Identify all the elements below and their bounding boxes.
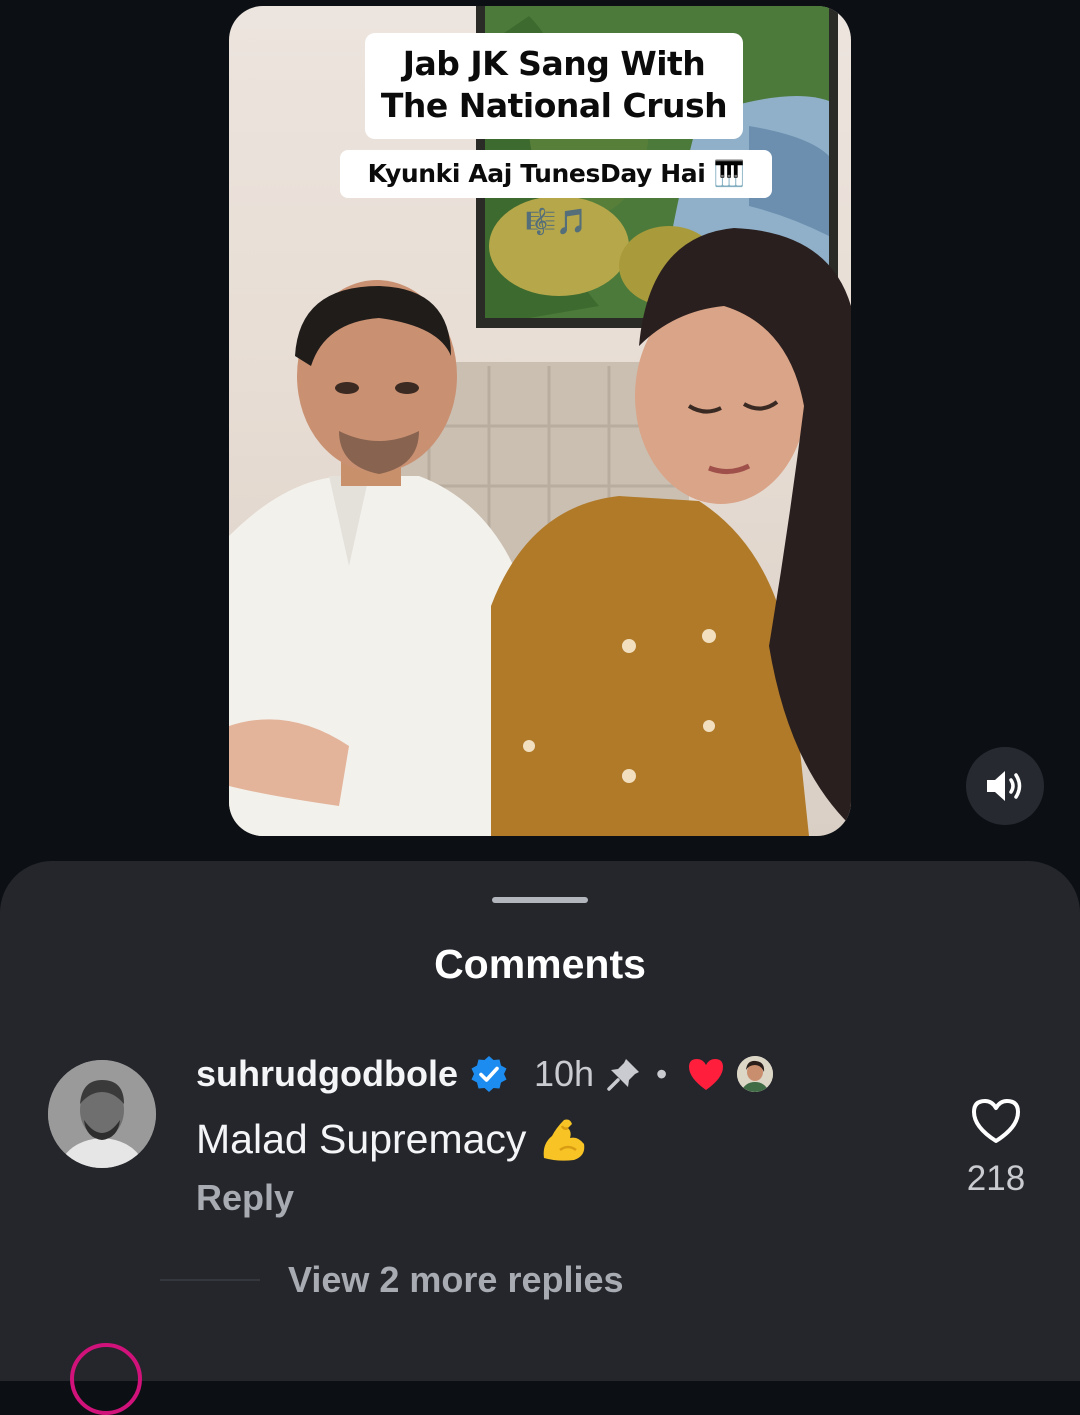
video-caption-subtitle: Kyunki Aaj TunesDay Hai 🎹🎼🎵 [340,150,772,236]
like-heart-icon[interactable] [970,1097,1022,1145]
next-comment-avatar[interactable] [70,1343,142,1415]
creator-avatar-image [737,1056,774,1092]
like-count: 218 [966,1159,1026,1198]
video-caption-title: Jab JK Sang With The National Crush [365,33,743,139]
comment-username[interactable]: suhrudgodbole [196,1053,458,1095]
creator-avatar [735,1054,776,1094]
flexed-biceps-icon [544,1119,585,1161]
user-avatar-image [48,1060,156,1168]
comment-body: Malad Supremacy [196,1113,588,1165]
caption-title-line-2: The National Crush [380,86,728,125]
reel-video[interactable]: Jab JK Sang With The National Crush Kyun… [229,6,851,836]
creator-liked-heart-icon [689,1059,724,1090]
mute-toggle-button[interactable] [966,747,1044,825]
comments-title: Comments [434,941,646,987]
comment-timestamp: 10h [533,1053,595,1094]
comments-sheet: Comments suhrudgodbole 10h • Malad Supre… [0,861,1080,1415]
sheet-drag-handle[interactable] [492,897,588,903]
reply-button[interactable]: Reply [196,1177,294,1219]
pin-icon [607,1059,640,1091]
view-more-replies-button[interactable]: View 2 more replies [288,1259,624,1301]
replies-divider-line [160,1279,260,1281]
speaker-icon [987,771,1022,801]
separator-dot: • [656,1055,668,1092]
comment-text: Malad Supremacy [196,1115,527,1162]
comment-header: suhrudgodbole 10h • [196,1051,776,1097]
avatar[interactable] [48,1060,156,1168]
verified-badge-icon [471,1056,507,1092]
caption-title-line-1: Jab JK Sang With [402,44,706,83]
